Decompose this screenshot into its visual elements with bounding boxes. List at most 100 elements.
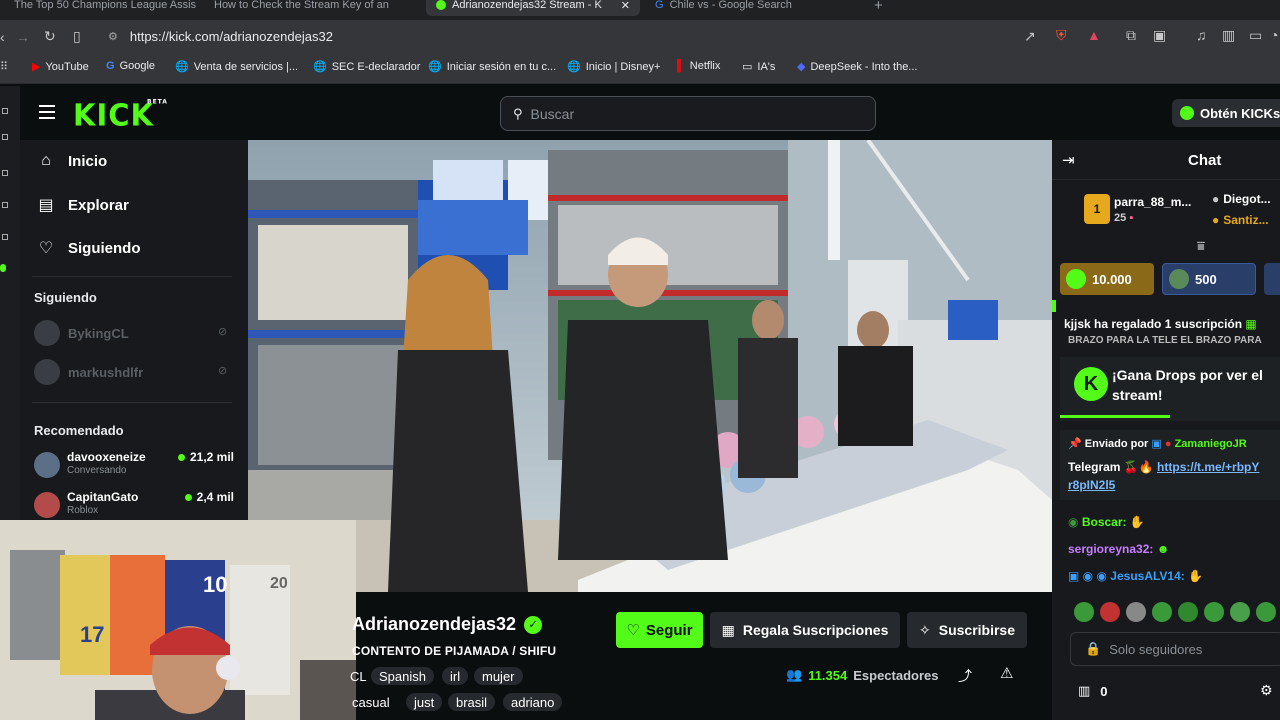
bookmark-item[interactable]: ▌ Netflix bbox=[677, 60, 720, 72]
drops-banner[interactable]: K ¡Gana Drops por ver el stream! bbox=[1060, 357, 1280, 421]
gift-subs-button[interactable]: ▦ Regala Suscripciones bbox=[710, 612, 900, 648]
browser-tab[interactable]: The Top 50 Champions League Assis bbox=[14, 0, 196, 16]
following-section-title: Siguiendo bbox=[34, 290, 97, 305]
kick-coin-icon bbox=[1066, 269, 1086, 289]
subscribe-button[interactable]: ✧ Suscribirse bbox=[907, 612, 1027, 648]
stream-tag[interactable]: brasil bbox=[448, 693, 496, 711]
expand-leaderboard-icon[interactable]: ⩸ bbox=[1197, 238, 1205, 254]
stream-tag[interactable]: casual bbox=[352, 693, 390, 711]
emote-icon[interactable] bbox=[1178, 602, 1198, 622]
leaderboard-third[interactable]: ● Santiz... bbox=[1212, 213, 1269, 227]
pinned-link[interactable]: r8pIN2l5 bbox=[1068, 478, 1115, 492]
video-player[interactable] bbox=[248, 140, 1052, 592]
recommended-channel[interactable]: CapitanGato Roblox 2,4 mil bbox=[34, 490, 234, 522]
kicks-goal-pill[interactable]: 10.000 bbox=[1060, 263, 1154, 295]
reload-icon[interactable]: ↻ bbox=[44, 28, 56, 45]
dock-icon[interactable] bbox=[2, 202, 8, 208]
menu-hamburger-icon[interactable] bbox=[39, 105, 55, 119]
avatar bbox=[34, 320, 60, 346]
close-tab-icon[interactable]: ✕ bbox=[621, 0, 630, 12]
dock-icon[interactable] bbox=[2, 234, 8, 240]
nav-following[interactable]: ♡ Siguiendo bbox=[38, 238, 141, 258]
nav-explore[interactable]: ▤ Explorar bbox=[38, 195, 128, 215]
report-icon[interactable]: ⚠ bbox=[1000, 664, 1013, 682]
stream-tag[interactable]: CL bbox=[350, 667, 367, 685]
leaderboard-first[interactable]: 1 parra_88_m... 25 ▪ bbox=[1084, 194, 1191, 224]
emote-icon[interactable] bbox=[1256, 602, 1276, 622]
new-tab-button[interactable]: + bbox=[874, 0, 883, 16]
forward-icon[interactable]: → bbox=[16, 29, 30, 45]
address-bar[interactable]: ⚙ https://kick.com/adrianozendejas32 bbox=[100, 24, 1110, 48]
media-control-icon[interactable]: ♫ bbox=[1196, 27, 1207, 43]
follow-button[interactable]: ♡ Seguir bbox=[616, 612, 703, 648]
leaderboard-second[interactable]: ● Diegot... bbox=[1212, 192, 1271, 206]
browser-tab-active[interactable]: Adrianozendejas32 Stream - K ✕ bbox=[426, 0, 640, 16]
emote-icon[interactable] bbox=[1100, 602, 1120, 622]
bookmark-item[interactable]: 🌐 Inicio | Disney+ bbox=[567, 60, 660, 74]
emote-icon[interactable] bbox=[1152, 602, 1172, 622]
nav-home[interactable]: ⌂ Inicio bbox=[38, 152, 107, 170]
bookmark-item[interactable]: ▶ YouTube bbox=[32, 60, 89, 74]
stream-title: CONTENTO DE PIJAMADA / SHIFU bbox=[352, 644, 557, 658]
get-kicks-button[interactable]: Obtén KICKs bbox=[1172, 99, 1280, 127]
profile-icon[interactable]: ◔ bbox=[1270, 27, 1278, 43]
share-page-icon[interactable]: ↗ bbox=[1024, 28, 1036, 45]
globe-icon: 🌐 bbox=[567, 61, 581, 73]
dock-icon[interactable] bbox=[2, 134, 8, 140]
sidebar-icon[interactable]: ▥ bbox=[1222, 27, 1235, 44]
bookmark-item[interactable]: 🌐 SEC E-declarador bbox=[313, 60, 420, 74]
bookmark-apps-icon[interactable]: ⠿ bbox=[0, 60, 8, 73]
stream-tag[interactable]: irl bbox=[442, 667, 469, 685]
shirt-number: 17 bbox=[80, 622, 105, 647]
site-info-icon[interactable]: ⚙ bbox=[108, 30, 118, 43]
wallet-icon[interactable]: ▭ bbox=[1249, 27, 1262, 44]
bookmark-item[interactable]: G Google bbox=[106, 60, 155, 72]
pinned-link[interactable]: https://t.me/+rbpY bbox=[1157, 460, 1259, 474]
streamer-name[interactable]: Adrianozendejas32 ✓ bbox=[352, 614, 543, 635]
globe-icon: 🌐 bbox=[175, 61, 189, 73]
picture-in-picture-icon[interactable]: ▣ bbox=[1153, 27, 1166, 44]
extensions-icon[interactable]: ⧉ bbox=[1126, 27, 1136, 44]
emote-icon[interactable] bbox=[1204, 602, 1224, 622]
bookmark-item[interactable]: 🌐 Iniciar sesión en tu c... bbox=[428, 60, 556, 74]
back-icon[interactable]: ‹ bbox=[0, 29, 5, 45]
pinned-message[interactable]: 📌 Enviado por ▣ ● ZamaniegoJR Telegram 🍒… bbox=[1060, 430, 1280, 500]
bookmark-item[interactable]: 🌐 Venta de servicios |... bbox=[175, 60, 298, 74]
emote-icon[interactable] bbox=[1230, 602, 1250, 622]
bookmark-icon[interactable]: ▯ bbox=[73, 28, 81, 45]
following-channel[interactable]: BykingCL bbox=[34, 320, 129, 346]
share-icon[interactable]: ⤴ bbox=[958, 666, 972, 686]
badge-icon: ▣ bbox=[1151, 438, 1162, 450]
browser-tab[interactable]: G Chile vs - Google Search bbox=[655, 0, 792, 16]
emote-icon[interactable] bbox=[1074, 602, 1094, 622]
settings-gear-icon[interactable]: ⚙ bbox=[1260, 682, 1273, 699]
browser-tab[interactable]: How to Check the Stream Key of an bbox=[214, 0, 389, 16]
dock-icon[interactable] bbox=[2, 170, 8, 176]
tab-label: How to Check the Stream Key of an bbox=[214, 0, 389, 11]
sub-goal-pill[interactable]: 500 bbox=[1162, 263, 1256, 295]
brave-shield-icon[interactable]: ⛨ bbox=[1056, 27, 1067, 44]
brave-rewards-icon[interactable]: ▲ bbox=[1087, 27, 1101, 43]
google-favicon-icon: G bbox=[655, 0, 664, 11]
stream-tag[interactable]: Spanish bbox=[371, 667, 434, 685]
sidebar-divider bbox=[32, 276, 232, 277]
search-input[interactable]: ⚲ Buscar bbox=[500, 96, 876, 131]
more-pill[interactable] bbox=[1264, 263, 1280, 295]
bookmark-item[interactable]: ◆ DeepSeek - Into the... bbox=[797, 60, 917, 74]
kick-logo[interactable]: KICK BETA bbox=[73, 97, 167, 133]
chat-title: Chat bbox=[1188, 152, 1222, 169]
chat-input[interactable]: 🔒 Solo seguidores bbox=[1070, 632, 1280, 666]
following-channel[interactable]: markushdlfr bbox=[34, 359, 143, 385]
dock-icon[interactable] bbox=[2, 108, 8, 114]
stream-tag[interactable]: just bbox=[406, 693, 443, 711]
bookmark-folder[interactable]: ▭ IA's bbox=[742, 60, 775, 74]
dock-icon[interactable] bbox=[0, 264, 6, 272]
stream-tag[interactable]: mujer bbox=[474, 667, 523, 685]
collapse-chat-icon[interactable]: ⇥ bbox=[1062, 151, 1075, 169]
emote-icon[interactable] bbox=[1126, 602, 1146, 622]
url-text: https://kick.com/adrianozendejas32 bbox=[129, 28, 333, 44]
kicks-balance[interactable]: ▥ 0 bbox=[1078, 683, 1108, 699]
stream-tag[interactable]: adriano bbox=[503, 693, 563, 711]
search-placeholder: Buscar bbox=[530, 105, 575, 122]
recommended-channel[interactable]: davooxeneize Conversando 21,2 mil bbox=[34, 450, 234, 482]
